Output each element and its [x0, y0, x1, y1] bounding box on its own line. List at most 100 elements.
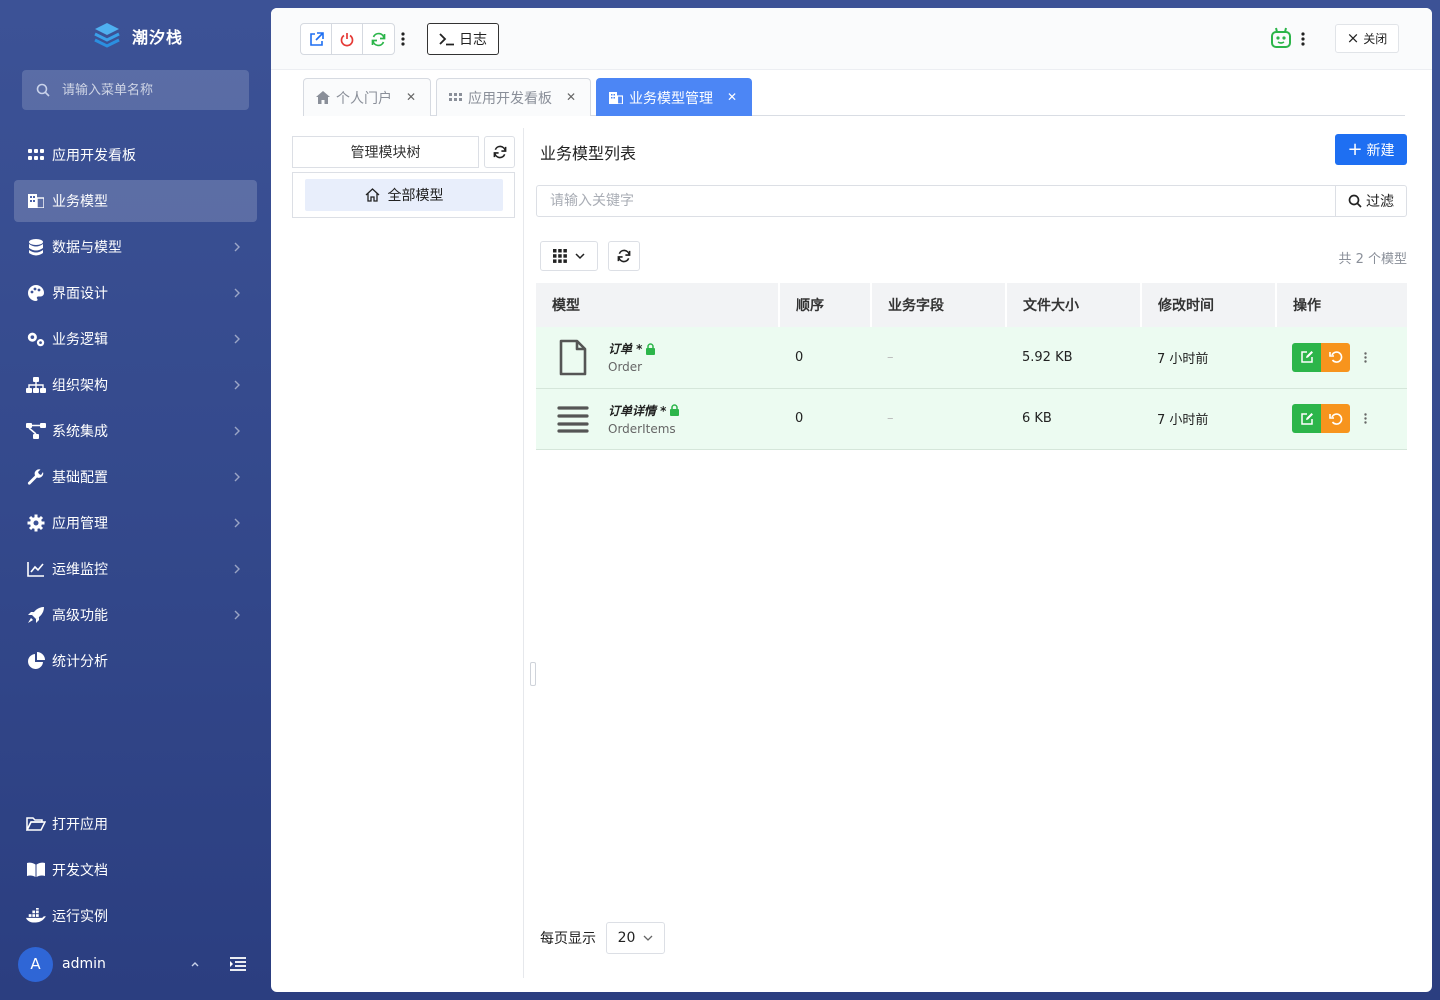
tab-label: 应用开发看板 — [468, 90, 552, 107]
column-header-order[interactable]: 顺序 — [779, 283, 872, 327]
sidebar-bottom-nav: 打开应用 开发文档 运行实例 — [14, 803, 257, 941]
tab-dev-board[interactable]: 应用开发看板 ✕ — [436, 78, 591, 116]
lock-icon — [669, 404, 680, 416]
undo-icon — [1328, 412, 1342, 425]
edit-button[interactable] — [1292, 342, 1321, 372]
database-icon — [26, 237, 46, 257]
external-link-icon — [309, 31, 324, 46]
sidebar-item-business-model[interactable]: 业务模型 — [14, 180, 257, 222]
sidebar-item-business-logic[interactable]: 业务逻辑 — [14, 318, 257, 360]
sitemap-icon — [26, 375, 46, 395]
column-header-model[interactable]: 模型 — [536, 283, 780, 327]
avatar[interactable]: A — [18, 946, 53, 982]
folder-open-icon — [26, 814, 46, 834]
close-icon[interactable]: ✕ — [566, 90, 576, 104]
more-vertical-icon[interactable] — [1362, 349, 1368, 365]
page-size-value: 20 — [617, 930, 636, 946]
cell-model: 订单 * Order — [536, 327, 779, 389]
menu-search[interactable] — [22, 70, 249, 110]
model-code: Order — [608, 360, 643, 375]
reload-button[interactable] — [363, 24, 394, 54]
rocket-icon — [26, 605, 46, 625]
sidebar-item-ui-design[interactable]: 界面设计 — [14, 272, 257, 314]
refresh-icon — [617, 249, 631, 263]
close-icon[interactable]: ✕ — [727, 90, 737, 104]
user-name: admin — [62, 956, 106, 972]
app-logo-icon — [94, 23, 120, 48]
module-tree-pane: 管理模块树 全部模型 — [284, 128, 536, 978]
column-header-size[interactable]: 文件大小 — [1006, 283, 1142, 327]
robot-icon[interactable] — [1269, 26, 1293, 50]
sidebar-item-dev-board[interactable]: 应用开发看板 — [14, 134, 257, 176]
menu-search-input[interactable] — [62, 82, 232, 98]
gear-icon — [26, 513, 46, 533]
filter-button[interactable]: 过滤 — [1335, 186, 1406, 216]
filter-bar: 过滤 — [536, 185, 1407, 217]
main-panel: 日志 × 关闭 个人门户 ✕ 应用开发看板 ✕ 业务模型管理 ✕ 管理模块树 全… — [271, 8, 1432, 992]
cell-fields: – — [871, 327, 1006, 389]
close-button[interactable]: × 关闭 — [1335, 24, 1399, 53]
pie-chart-icon — [26, 651, 46, 671]
view-mode-dropdown[interactable] — [540, 241, 598, 271]
filter-label: 过滤 — [1366, 194, 1394, 210]
sidebar-item-label: 统计分析 — [52, 654, 108, 670]
plus-icon: + — [1347, 138, 1363, 160]
sidebar-item-label: 开发文档 — [52, 863, 108, 879]
log-label: 日志 — [459, 32, 487, 48]
user-bar[interactable]: A admin — [18, 946, 258, 982]
docker-icon — [26, 906, 46, 926]
new-label: 新建 — [1366, 142, 1395, 159]
cell-modified: 7 小时前 — [1141, 388, 1276, 450]
module-tree-title: 管理模块树 — [292, 136, 479, 168]
sidebar-item-label: 应用管理 — [52, 516, 108, 532]
table-row[interactable]: 订单详情 * OrderItems 0 – 6 KB 7 小时前 — [536, 388, 1407, 450]
cell-actions — [1276, 388, 1407, 450]
menu-collapse-icon[interactable] — [229, 955, 247, 973]
revert-button[interactable] — [1321, 404, 1350, 433]
cell-actions — [1276, 327, 1407, 389]
page-size-select[interactable]: 20 — [606, 922, 665, 954]
sidebar-item-organization[interactable]: 组织架构 — [14, 364, 257, 406]
cell-size: 6 KB — [1006, 388, 1141, 450]
new-model-button[interactable]: + 新建 — [1335, 134, 1407, 165]
sidebar-item-open-app[interactable]: 打开应用 — [14, 803, 257, 845]
sidebar-item-instances[interactable]: 运行实例 — [14, 895, 257, 937]
sidebar-item-label: 系统集成 — [52, 424, 108, 440]
cell-model: 订单详情 * OrderItems — [536, 388, 779, 450]
sidebar-item-docs[interactable]: 开发文档 — [14, 849, 257, 891]
chevron-right-icon — [234, 288, 240, 298]
table-header-row: 模型 顺序 业务字段 文件大小 修改时间 操作 — [536, 283, 1407, 327]
close-icon[interactable]: ✕ — [406, 90, 416, 104]
sidebar-item-label: 业务模型 — [52, 194, 108, 210]
brand[interactable]: 潮汐栈 — [92, 20, 183, 52]
revert-button[interactable] — [1321, 342, 1350, 372]
sidebar-item-base-config[interactable]: 基础配置 — [14, 456, 257, 498]
more-vertical-icon[interactable] — [1362, 411, 1368, 427]
model-name[interactable]: 订单详情 * — [608, 402, 666, 419]
sidebar-item-monitoring[interactable]: 运维监控 — [14, 548, 257, 590]
tab-business-model-management[interactable]: 业务模型管理 ✕ — [596, 78, 752, 116]
tree-node-all-models[interactable]: 全部模型 — [305, 179, 503, 211]
open-external-button[interactable] — [301, 24, 332, 54]
sidebar-item-label: 数据与模型 — [52, 240, 122, 256]
log-button[interactable]: 日志 — [427, 23, 499, 55]
power-button[interactable] — [332, 24, 363, 54]
edit-button[interactable] — [1292, 404, 1321, 433]
table-row[interactable]: 订单 * Order 0 – 5.92 KB 7 小时前 — [536, 327, 1407, 389]
sidebar-item-integration[interactable]: 系统集成 — [14, 410, 257, 452]
refresh-icon — [493, 145, 506, 159]
chevron-up-icon[interactable] — [190, 959, 200, 969]
more-vertical-icon[interactable] — [395, 30, 411, 48]
sidebar-item-data-model[interactable]: 数据与模型 — [14, 226, 257, 268]
more-vertical-icon[interactable] — [1297, 30, 1309, 48]
tab-personal-portal[interactable]: 个人门户 ✕ — [303, 78, 431, 116]
list-refresh-button[interactable] — [608, 241, 640, 271]
column-header-modified[interactable]: 修改时间 — [1141, 283, 1277, 327]
sidebar-item-statistics[interactable]: 统计分析 — [14, 640, 257, 682]
column-header-fields[interactable]: 业务字段 — [871, 283, 1007, 327]
sidebar-item-app-management[interactable]: 应用管理 — [14, 502, 257, 544]
model-name[interactable]: 订单 * — [608, 340, 642, 357]
keyword-input[interactable] — [537, 186, 1335, 216]
tree-refresh-button[interactable] — [484, 136, 515, 168]
sidebar-item-advanced[interactable]: 高级功能 — [14, 594, 257, 636]
